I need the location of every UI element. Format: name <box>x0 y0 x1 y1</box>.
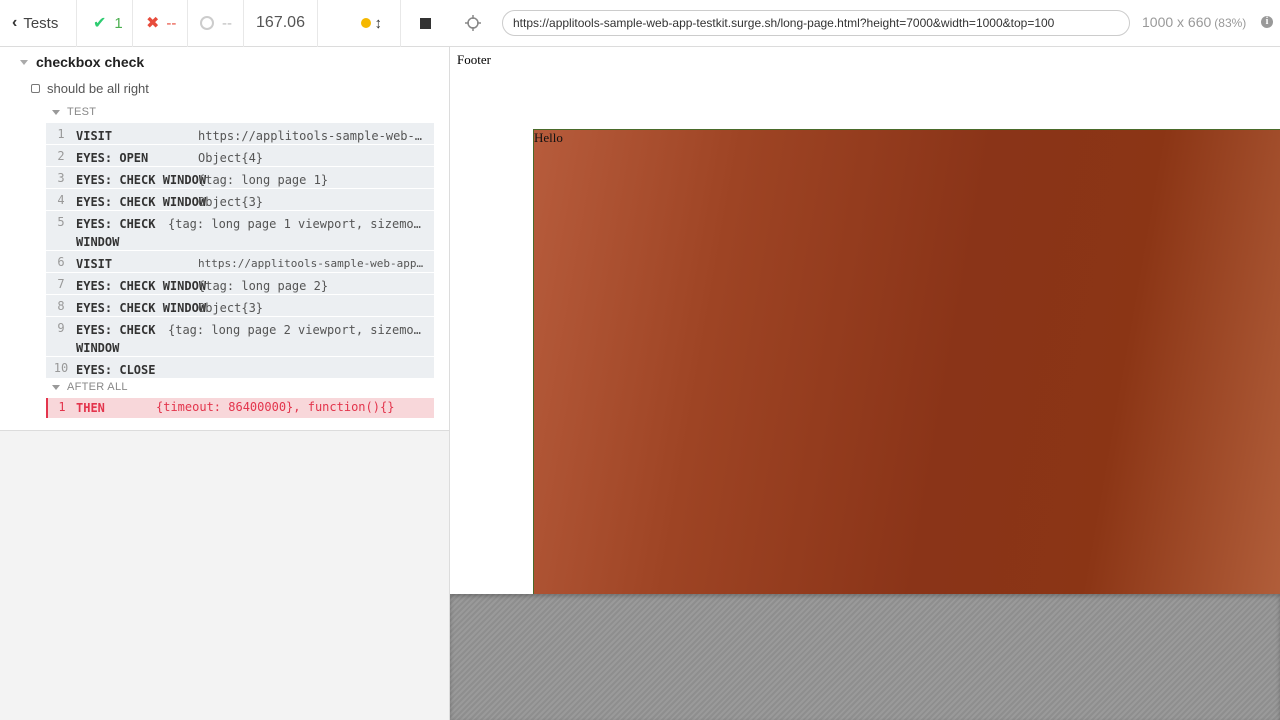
command-row[interactable]: 2 EYES: OPEN Object{4} <box>46 145 434 167</box>
failed-command-row[interactable]: 1 THEN {timeout: 86400000}, function(){} <box>46 398 434 418</box>
stop-icon[interactable] <box>420 17 431 29</box>
command-name: EYES: CHECK WINDOW <box>76 323 156 355</box>
reporter-panel: ‹ Tests ✔ 1 ✖ -- -- 167.06 ↕ checkbox ch… <box>0 0 450 720</box>
url-input[interactable]: https://applitools-sample-web-app-testki… <box>502 10 1130 36</box>
check-icon: ✔ <box>93 15 107 32</box>
checkbox-icon <box>31 83 40 93</box>
command-message: {tag: long page 1 viewport, sizemode: vi… <box>168 217 434 231</box>
command-name: EYES: OPEN <box>76 151 149 165</box>
command-row[interactable]: 7 EYES: CHECK WINDOW {tag: long page 2} <box>46 273 434 295</box>
caret-down-icon <box>20 59 28 65</box>
command-name: THEN <box>76 401 105 415</box>
command-number: 1 <box>58 400 66 414</box>
command-number: 9 <box>57 321 65 335</box>
test-title[interactable]: should be all right <box>31 78 149 98</box>
command-message <box>198 357 434 378</box>
test-title-label: should be all right <box>47 80 149 96</box>
command-number: 10 <box>53 361 69 375</box>
stats-bar: ‹ Tests ✔ 1 ✖ -- -- 167.06 ↕ <box>0 0 450 47</box>
command-message: {tag: long page 2} <box>198 279 329 293</box>
command-message: {tag: long page 2 viewport, sizemode: vi… <box>168 323 434 337</box>
hello-text: Hello <box>534 130 563 145</box>
divider <box>400 0 401 47</box>
caret-down-icon <box>52 109 60 115</box>
failed-number: -- <box>166 14 177 32</box>
command-row[interactable]: 9 EYES: CHECK WINDOW {tag: long page 2 v… <box>46 317 434 357</box>
command-number: 4 <box>57 193 65 207</box>
tests-back-button[interactable]: ‹ Tests <box>0 0 77 47</box>
viewport-size: 1000 x 660 (83%) <box>1142 14 1246 30</box>
x-icon: ✖ <box>146 15 160 32</box>
pending-number: -- <box>222 14 232 32</box>
command-name: VISIT <box>76 129 113 143</box>
command-number: 6 <box>57 255 65 269</box>
duration-value: 167.06 <box>256 14 305 31</box>
command-number: 3 <box>57 171 65 185</box>
command-name: EYES: CHECK WINDOW <box>76 195 207 209</box>
command-number: 7 <box>57 277 65 291</box>
command-message: {tag: long page 1} <box>198 173 329 187</box>
command-number: 8 <box>57 299 65 313</box>
aut-iframe: Footer Hello <box>450 47 1280 594</box>
command-message: {timeout: 86400000}, function(){} <box>156 400 395 414</box>
command-row[interactable]: 6 VISIT https://applitools-sample-web-ap… <box>46 251 434 273</box>
caret-down-icon <box>52 384 60 390</box>
pending-count[interactable]: -- <box>188 0 244 47</box>
chevron-left-icon: ‹ <box>12 14 18 31</box>
run-controls: ↕ <box>318 0 450 47</box>
command-number: 5 <box>57 215 65 229</box>
command-row[interactable]: 3 EYES: CHECK WINDOW {tag: long page 1} <box>46 167 434 189</box>
command-name: VISIT <box>76 257 113 271</box>
aut-overflow-area <box>450 594 1280 720</box>
arrows-updown-icon[interactable]: ↕ <box>375 15 383 32</box>
status-dot-icon <box>360 18 371 28</box>
command-row[interactable]: 1 VISIT https://applitools-sample-web-ap… <box>46 123 434 145</box>
command-number: 1 <box>57 127 65 141</box>
viewport-zoom: (83%) <box>1214 16 1247 30</box>
crosshair-icon[interactable] <box>464 14 482 32</box>
hello-box: Hello <box>533 129 1280 594</box>
command-message: Object{3} <box>198 301 264 315</box>
command-message: https://applitools-sample-web-app-testki… <box>198 257 434 270</box>
command-row[interactable]: 4 EYES: CHECK WINDOW Object{3} <box>46 189 434 211</box>
runnables-list: checkbox check should be all right TEST … <box>0 47 449 431</box>
duration: 167.06 <box>244 0 318 47</box>
viewport-dimensions: 1000 x 660 <box>1142 14 1212 30</box>
command-number: 2 <box>57 149 65 163</box>
test-hook-label: TEST <box>67 106 97 118</box>
command-name: EYES: CHECK WINDOW <box>76 217 156 249</box>
tests-label: Tests <box>23 14 59 32</box>
suite-title[interactable]: checkbox check <box>20 51 144 73</box>
passed-number: 1 <box>114 14 123 32</box>
command-name: EYES: CHECK WINDOW <box>76 173 207 187</box>
command-message: Object{3} <box>198 195 264 209</box>
command-row[interactable]: 8 EYES: CHECK WINDOW Object{3} <box>46 295 434 317</box>
command-message: https://applitools-sample-web-app-testki… <box>198 129 434 143</box>
info-icon[interactable]: i <box>1261 16 1273 28</box>
command-row[interactable]: 10 EYES: CLOSE <box>46 357 434 379</box>
footer-text: Footer <box>457 52 491 67</box>
command-list: 1 VISIT https://applitools-sample-web-ap… <box>46 123 434 379</box>
passed-count[interactable]: ✔ 1 <box>77 0 133 47</box>
after-all-hook-header[interactable]: AFTER ALL <box>52 380 128 394</box>
after-all-label: AFTER ALL <box>67 381 128 393</box>
command-name: EYES: CHECK WINDOW <box>76 279 207 293</box>
command-row[interactable]: 5 EYES: CHECK WINDOW {tag: long page 1 v… <box>46 211 434 251</box>
spinner-icon <box>200 16 214 30</box>
command-message: Object{4} <box>198 151 264 165</box>
command-name: EYES: CLOSE <box>76 363 156 377</box>
command-name: EYES: CHECK WINDOW <box>76 301 207 315</box>
failed-count[interactable]: ✖ -- <box>133 0 188 47</box>
test-hook-header[interactable]: TEST <box>52 105 96 119</box>
suite-title-label: checkbox check <box>36 54 145 70</box>
